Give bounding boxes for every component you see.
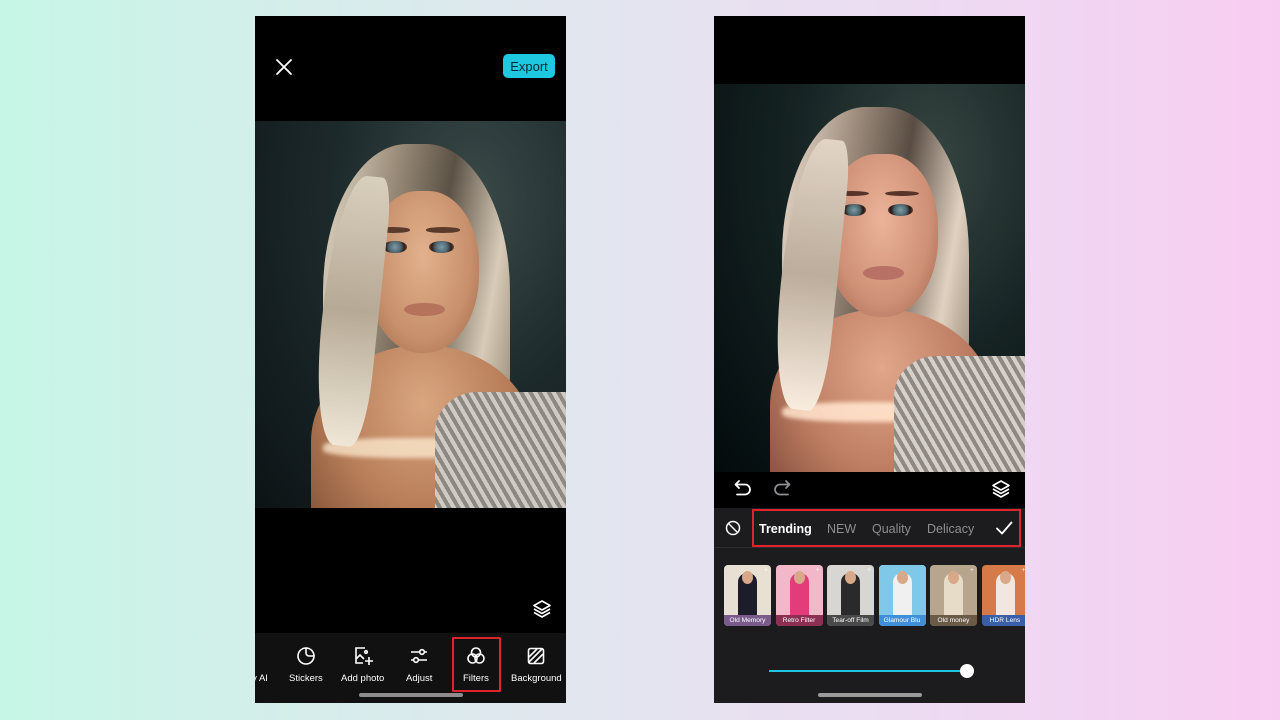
tool-stickers[interactable]: Stickers [289,645,323,684]
ai-icon [255,645,271,667]
thumbnail-head [1000,571,1011,584]
tool-add-photo[interactable]: Add photo [341,645,384,684]
layers-icon[interactable] [531,598,553,620]
filter-thumbnails: + Old Memory + Retro Filter + Tear-off Film Gl… [724,565,1025,626]
thumbnail-head [948,571,959,584]
layers-icon[interactable] [990,478,1012,500]
thumbnail-head [742,571,753,584]
tool-adjust-label: Adjust [406,673,432,684]
home-indicator [359,693,463,697]
tool-background-label: Background [511,673,562,684]
plus-icon: + [815,567,819,574]
filter-thumbnail[interactable]: + Old money [930,565,977,626]
thumbnail-head [897,571,908,584]
photo-canvas[interactable] [255,121,566,508]
filter-label: Old money [930,615,977,626]
tabs-highlight-box [752,509,1021,547]
thumbnail-head [845,571,856,584]
sticker-icon [295,645,317,667]
filter-label: Retro Filter [776,615,823,626]
tool-ai-label: y AI [255,673,271,684]
tool-add-photo-label: Add photo [341,673,384,684]
tool-ai[interactable]: y AI [255,645,271,684]
filter-panel: Trending NEW Quality Delicacy + Old Memor… [714,508,1025,703]
no-filter-icon[interactable] [725,520,741,536]
tool-adjust[interactable]: Adjust [406,645,432,684]
plus-icon: + [764,567,768,574]
filter-label: Glamour Blu [879,615,926,626]
editor-screen-right: Trending NEW Quality Delicacy + Old Memor… [714,16,1025,703]
plus-icon: + [1021,567,1025,574]
filter-label: HDR Lens [982,615,1026,626]
bottom-toolbar: y AI Stickers Add photo Adjust Filters B… [255,633,566,703]
plus-icon: + [970,567,974,574]
filter-thumbnail[interactable]: + Retro Filter [776,565,823,626]
undo-icon[interactable] [732,477,754,499]
sliders-icon [408,645,430,667]
filter-thumbnail[interactable]: + HDR Lens [982,565,1026,626]
photo-canvas-filtered[interactable] [714,84,1025,472]
filter-tabs: Trending NEW Quality Delicacy [714,508,1025,548]
home-indicator [818,693,922,697]
tool-stickers-label: Stickers [289,673,323,684]
intensity-slider[interactable] [769,663,969,679]
slider-track [769,670,969,672]
filters-highlight-box [452,637,501,692]
editor-screen-left: Export y AI Stickers Add photo Adjust [255,16,566,703]
filter-label: Tear-off Film [827,615,874,626]
filter-thumbnail[interactable]: + Old Memory [724,565,771,626]
slider-knob[interactable] [960,664,974,678]
add-photo-icon [352,645,374,667]
filter-thumbnail[interactable]: Glamour Blu [879,565,926,626]
filter-label: Old Memory [724,615,771,626]
plus-icon: + [867,567,871,574]
export-button[interactable]: Export [503,54,555,78]
background-icon [525,645,547,667]
tool-background[interactable]: Background [511,645,562,684]
close-icon[interactable] [273,56,295,78]
filter-thumbnail[interactable]: + Tear-off Film [827,565,874,626]
redo-icon[interactable] [771,477,793,499]
thumbnail-head [794,571,805,584]
